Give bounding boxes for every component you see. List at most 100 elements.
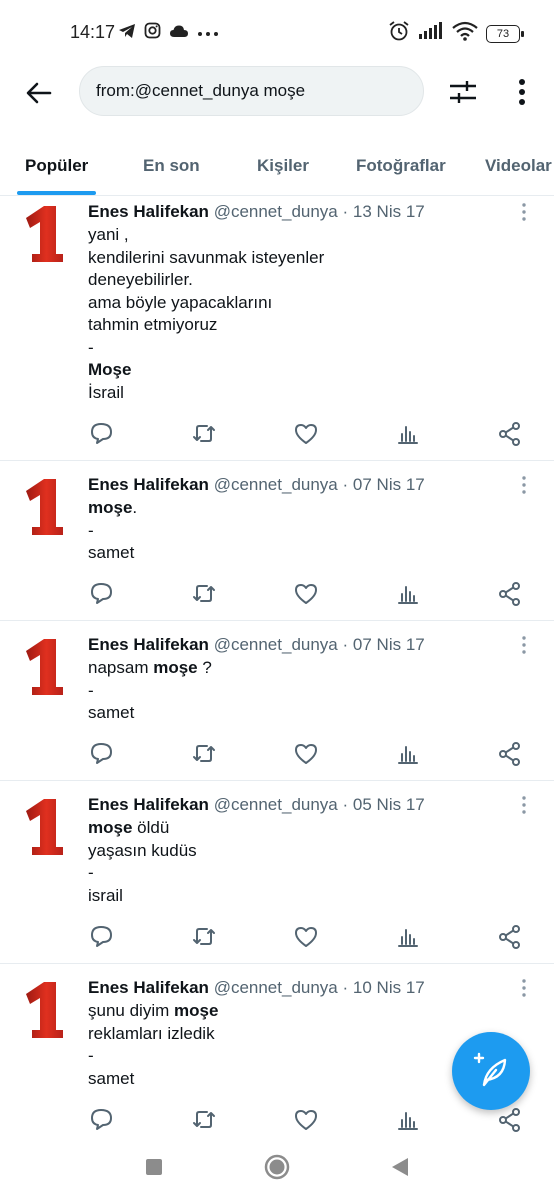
tab-popular[interactable]: Popüler (25, 156, 88, 176)
bar-chart-icon (398, 929, 418, 947)
more-vertical-icon (522, 636, 526, 654)
home-button[interactable] (262, 1152, 292, 1182)
arrow-left-icon (26, 82, 52, 104)
views-button[interactable] (394, 420, 422, 448)
retweet-button[interactable] (190, 1106, 218, 1132)
share-button[interactable] (496, 923, 524, 951)
reply-button[interactable] (88, 1106, 116, 1132)
meta-separator: · (342, 635, 349, 654)
compose-tweet-button[interactable] (452, 1032, 530, 1110)
recent-apps-button[interactable] (139, 1152, 169, 1182)
tab-photos[interactable]: Fotoğraflar (356, 156, 446, 176)
like-button[interactable] (292, 740, 320, 768)
search-tabs: Popüler En son Kişiler Fotoğraflar Video… (0, 140, 554, 196)
retweet-button[interactable] (190, 740, 218, 768)
reply-icon (91, 926, 112, 947)
tweet-date[interactable]: 07 Nis 17 (353, 635, 425, 654)
heart-icon (295, 927, 317, 947)
overflow-menu-button[interactable] (505, 74, 539, 110)
search-input[interactable]: from:@cennet_dunya moşe (79, 66, 424, 116)
tweet-text-segment: samet (88, 1068, 135, 1088)
tweet-more-button[interactable] (518, 635, 530, 655)
author-name[interactable]: Enes Halifekan (88, 978, 209, 997)
cloud-icon (169, 24, 189, 43)
author-name[interactable]: Enes Halifekan (88, 795, 209, 814)
tweet-text-segment: öldü (132, 818, 170, 837)
tweet-text-line: - (88, 680, 524, 703)
like-button[interactable] (292, 580, 320, 608)
tweet-date[interactable]: 13 Nis 17 (353, 202, 425, 221)
signal-icon (418, 22, 444, 45)
tweet-content: Enes Halifekan @cennet_dunya · 13 Nis 17… (88, 202, 524, 404)
share-button[interactable] (496, 740, 524, 768)
battery-icon: 73 (486, 24, 524, 43)
system-back-button[interactable] (385, 1152, 415, 1182)
author-handle[interactable]: @cennet_dunya (214, 475, 338, 494)
views-button[interactable] (394, 1106, 422, 1132)
square-icon (146, 1159, 162, 1175)
avatar[interactable] (22, 477, 66, 537)
author-name[interactable]: Enes Halifekan (88, 635, 209, 654)
tweet-text-segment: yani , (88, 225, 129, 244)
retweet-icon (193, 1111, 215, 1128)
share-button[interactable] (496, 580, 524, 608)
like-button[interactable] (292, 420, 320, 448)
tab-videos[interactable]: Videolar (485, 156, 552, 176)
author-name[interactable]: Enes Halifekan (88, 475, 209, 494)
tweet-more-button[interactable] (518, 475, 530, 495)
tweet-text-segment: reklamları izledik (88, 1023, 215, 1043)
share-button[interactable] (496, 1106, 524, 1132)
tweet-date[interactable]: 07 Nis 17 (353, 475, 425, 494)
share-icon (499, 1108, 520, 1132)
reply-button[interactable] (88, 923, 116, 951)
tab-people[interactable]: Kişiler (257, 156, 309, 176)
tweet-actions (88, 580, 520, 608)
retweet-button[interactable] (190, 420, 218, 448)
like-button[interactable] (292, 1106, 320, 1132)
tweet-content: Enes Halifekan @cennet_dunya · 05 Nis 17… (88, 795, 524, 907)
author-handle[interactable]: @cennet_dunya (214, 635, 338, 654)
author-handle[interactable]: @cennet_dunya (214, 795, 338, 814)
tweet[interactable]: Enes Halifekan @cennet_dunya · 07 Nis 17… (0, 621, 554, 781)
tweet[interactable]: Enes Halifekan @cennet_dunya · 13 Nis 17… (0, 196, 554, 461)
tweet-more-button[interactable] (518, 978, 530, 998)
tweet-text-line: Moşe (88, 359, 524, 382)
tweet[interactable]: Enes Halifekan @cennet_dunya · 07 Nis 17… (0, 461, 554, 621)
more-notifications-icon (197, 24, 219, 42)
reply-button[interactable] (88, 580, 116, 608)
tweet-content: Enes Halifekan @cennet_dunya · 07 Nis 17… (88, 475, 524, 565)
like-button[interactable] (292, 923, 320, 951)
tweet-actions (88, 1106, 520, 1132)
tweet-more-button[interactable] (518, 202, 530, 222)
tab-latest[interactable]: En son (143, 156, 200, 176)
views-button[interactable] (394, 923, 422, 951)
avatar[interactable] (22, 204, 66, 264)
compose-feather-icon (473, 1052, 507, 1087)
views-button[interactable] (394, 580, 422, 608)
reply-icon (91, 743, 112, 764)
search-filter-button[interactable] (445, 74, 481, 110)
tweet[interactable]: Enes Halifekan @cennet_dunya · 05 Nis 17… (0, 781, 554, 964)
more-vertical-icon (522, 979, 526, 997)
highlighted-term: moşe (173, 1001, 219, 1020)
back-button[interactable] (22, 76, 56, 110)
author-handle[interactable]: @cennet_dunya (214, 978, 338, 997)
reply-button[interactable] (88, 740, 116, 768)
tweet-feed[interactable]: Enes Halifekan @cennet_dunya · 13 Nis 17… (0, 196, 554, 1132)
wifi-icon (452, 21, 478, 46)
views-button[interactable] (394, 740, 422, 768)
tweet-more-button[interactable] (518, 795, 530, 815)
share-button[interactable] (496, 420, 524, 448)
author-handle[interactable]: @cennet_dunya (214, 202, 338, 221)
tweet-date[interactable]: 10 Nis 17 (353, 978, 425, 997)
avatar[interactable] (22, 637, 66, 697)
retweet-button[interactable] (190, 923, 218, 951)
search-header: from:@cennet_dunya moşe (0, 62, 554, 124)
avatar[interactable] (22, 980, 66, 1040)
more-vertical-icon (522, 476, 526, 494)
author-name[interactable]: Enes Halifekan (88, 202, 209, 221)
tweet-date[interactable]: 05 Nis 17 (353, 795, 425, 814)
avatar[interactable] (22, 797, 66, 857)
retweet-button[interactable] (190, 580, 218, 608)
reply-button[interactable] (88, 420, 116, 448)
